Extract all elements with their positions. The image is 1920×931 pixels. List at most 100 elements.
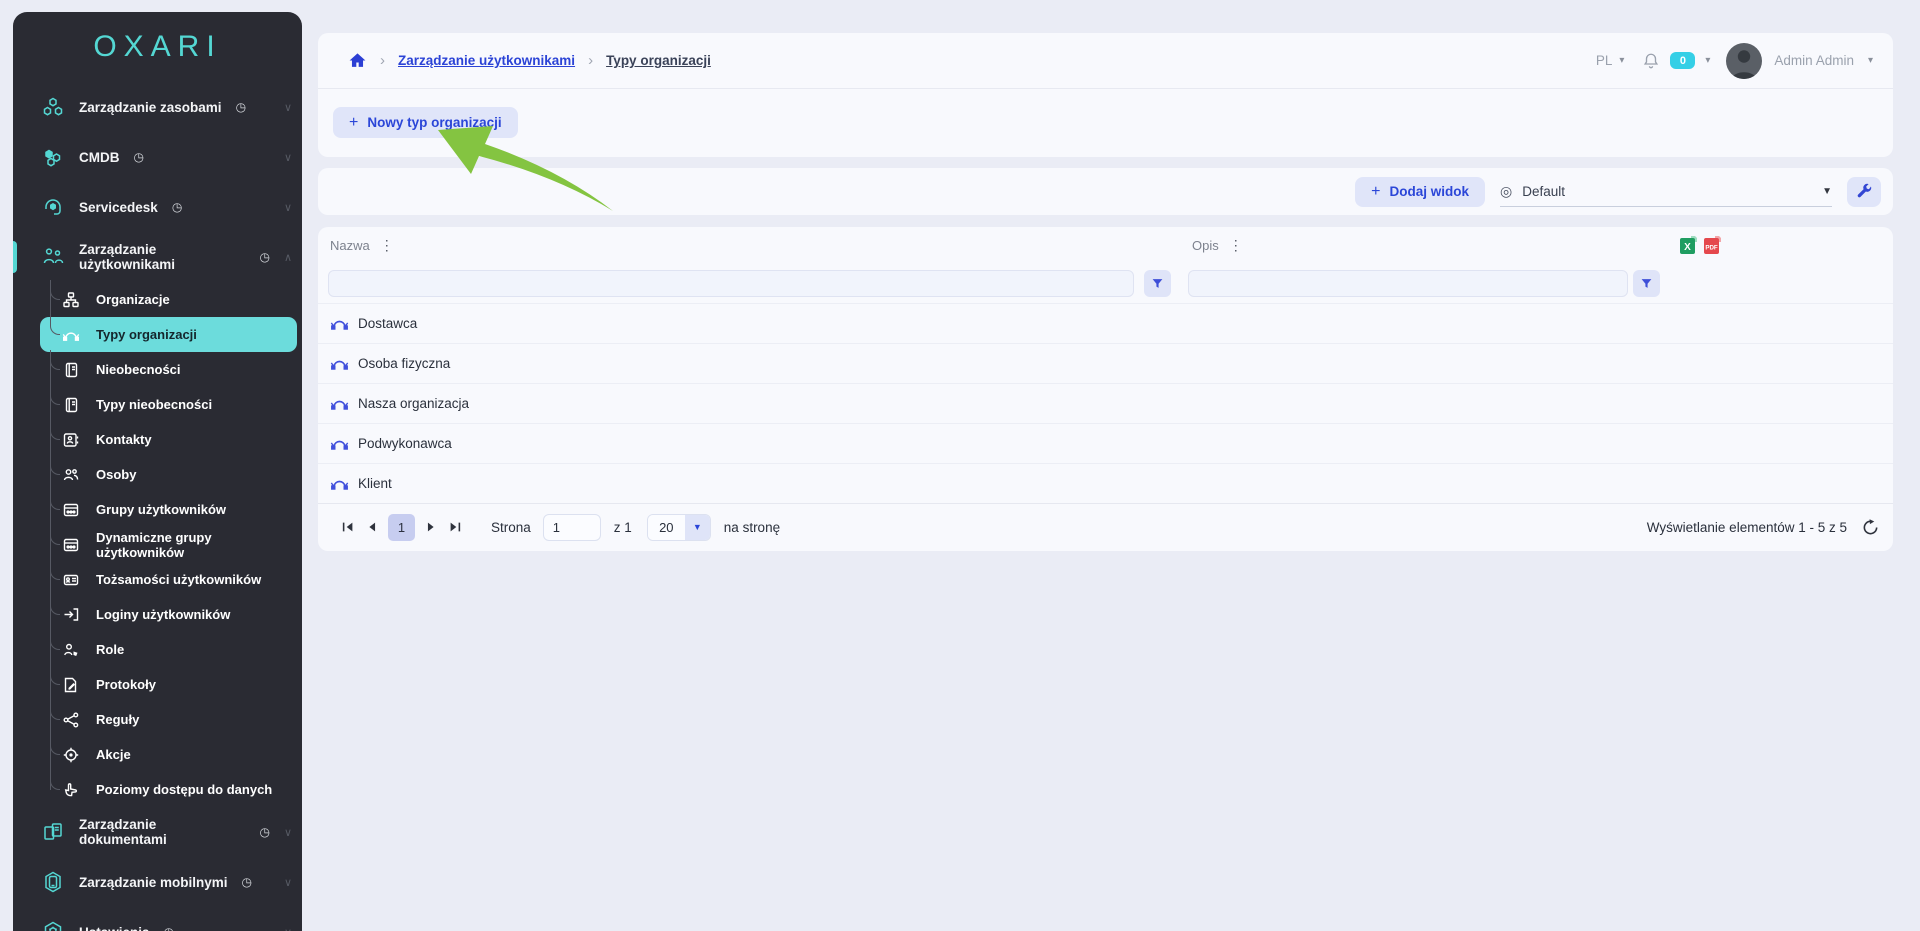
sidebar-item-osoby[interactable]: Osoby (13, 457, 302, 492)
breadcrumb-link-zarzadzanie-uzytkownikami[interactable]: Zarządzanie użytkownikami (398, 53, 575, 68)
sidebar-item-nieobecnosci[interactable]: Nieobecności (13, 352, 302, 387)
bezier-icon (62, 328, 80, 342)
chevron-down-icon[interactable]: ▾ (1868, 55, 1873, 66)
user-group-icon (62, 538, 80, 552)
bezier-icon (330, 436, 349, 451)
sidebar-item-label: Ustawienia (79, 925, 150, 931)
sidebar-item-typy-nieobecnosci[interactable]: Typy nieobecności (13, 387, 302, 422)
column-menu-icon[interactable]: ⋮ (1229, 237, 1243, 254)
sidebar-item-zarzadzanie-mobilnymi[interactable]: Zarządzanie mobilnymi ◷ ∨ (13, 857, 302, 907)
export-excel-icon[interactable]: X (1680, 236, 1697, 254)
table-header-row: Nazwa ⋮ Opis ⋮ X PDF (318, 227, 1893, 263)
gauge-badge-icon: ◷ (172, 200, 182, 214)
table-row[interactable]: Osoba fizyczna (318, 343, 1893, 383)
sidebar-item-servicedesk[interactable]: Servicedesk ◷ ∨ (13, 182, 302, 232)
app-viewport: OXARI Zarządzanie zasobami ◷ ∨ CMDB ◷ ∨ (0, 0, 1920, 931)
breadcrumb-row: › Zarządzanie użytkownikami › Typy organ… (318, 33, 1893, 88)
sidebar-item-grupy-uzytkownikow[interactable]: Grupy użytkowników (13, 492, 302, 527)
view-settings-button[interactable] (1847, 177, 1881, 207)
bell-icon[interactable] (1642, 52, 1660, 70)
filter-button-nazwa[interactable] (1144, 270, 1171, 297)
sidebar-item-role[interactable]: Role (13, 632, 302, 667)
settings-icon (41, 921, 65, 931)
sidebar-item-label: Typy organizacji (96, 327, 197, 342)
sidebar-item-label: Tożsamości użytkowników (96, 572, 261, 587)
previous-page-button[interactable] (360, 515, 384, 539)
column-header-opis: Opis ⋮ (1186, 237, 1893, 254)
export-pdf-icon[interactable]: PDF (1704, 236, 1721, 254)
sidebar-item-zarzadzanie-dokumentami[interactable]: Zarządzanie dokumentami ◷ ∨ (13, 807, 302, 857)
avatar[interactable] (1726, 43, 1762, 79)
per-page-select[interactable]: 20 ▼ (647, 514, 711, 541)
row-name: Nasza organizacja (358, 396, 469, 411)
svg-text:X: X (1684, 242, 1691, 253)
people-icon (62, 467, 80, 483)
sidebar-item-label: Typy nieobecności (96, 397, 212, 412)
table-row[interactable]: Klient (318, 463, 1893, 503)
sidebar-item-organizacje[interactable]: Organizacje (13, 282, 302, 317)
sidebar-item-akcje[interactable]: Akcje (13, 737, 302, 772)
next-page-button[interactable] (419, 515, 443, 539)
table-card: Nazwa ⋮ Opis ⋮ X PDF (318, 227, 1893, 551)
view-icon: ◎ (1500, 183, 1512, 200)
breadcrumb-separator: › (380, 52, 385, 69)
row-name: Dostawca (358, 316, 417, 331)
chevron-down-icon: ▾ (1619, 55, 1624, 66)
sidebar-item-label: Akcje (96, 747, 131, 762)
gauge-badge-icon: ◷ (259, 825, 269, 839)
sidebar-item-zarzadzanie-uzytkownikami[interactable]: Zarządzanie użytkownikami ◷ ∧ (13, 232, 302, 282)
sidebar-item-reguly[interactable]: Reguły (13, 702, 302, 737)
sidebar-item-label: Dynamiczne grupy użytkowników (96, 530, 302, 560)
sidebar-item-zarzadzanie-zasobami[interactable]: Zarządzanie zasobami ◷ ∨ (13, 82, 302, 132)
table-row[interactable]: Dostawca (318, 303, 1893, 343)
sidebar-item-poziomy-dostepu[interactable]: Poziomy dostępu do danych (13, 772, 302, 807)
sidebar-item-kontakty[interactable]: Kontakty (13, 422, 302, 457)
table-row[interactable]: Podwykonawca (318, 423, 1893, 463)
sidebar-subnav: Organizacje Typy organizacji Nieobecnośc… (13, 282, 302, 807)
filter-button-opis[interactable] (1633, 270, 1660, 297)
filter-input-opis[interactable] (1188, 270, 1628, 297)
sidebar-item-loginy[interactable]: Loginy użytkowników (13, 597, 302, 632)
contact-card-icon (62, 432, 80, 448)
column-menu-icon[interactable]: ⋮ (380, 237, 394, 254)
rules-icon (62, 712, 80, 728)
sidebar-item-tozsamosci[interactable]: Tożsamości użytkowników (13, 562, 302, 597)
new-organization-type-button[interactable]: + Nowy typ organizacji (333, 107, 518, 138)
first-page-button[interactable] (336, 515, 360, 539)
mobile-icon (41, 871, 65, 893)
svg-text:PDF: PDF (1705, 245, 1718, 252)
sidebar-item-dynamiczne-grupy[interactable]: Dynamiczne grupy użytkowników (13, 527, 302, 562)
notification-badge[interactable]: 0 (1670, 52, 1695, 69)
sidebar-item-label: Zarządzanie użytkownikami (79, 242, 245, 272)
chevron-down-icon[interactable]: ▾ (1705, 55, 1710, 66)
add-view-button[interactable]: + Dodaj widok (1355, 177, 1485, 207)
gauge-badge-icon: ◷ (134, 150, 144, 164)
last-page-button[interactable] (443, 515, 467, 539)
chevron-down-icon: ∨ (284, 151, 292, 164)
plus-icon: + (349, 114, 358, 132)
sidebar-item-cmdb[interactable]: CMDB ◷ ∨ (13, 132, 302, 182)
current-page-button[interactable]: 1 (388, 514, 415, 541)
chevron-up-icon: ∧ (284, 251, 292, 264)
sidebar-item-ustawienia[interactable]: Ustawienia ◷ ∨ (13, 907, 302, 931)
chevron-down-icon: ▼ (1822, 186, 1832, 197)
export-buttons: X PDF (1680, 236, 1721, 254)
row-name: Podwykonawca (358, 436, 452, 451)
page-number-input[interactable] (543, 514, 601, 541)
view-selector[interactable]: ◎ Default ▼ (1500, 177, 1832, 207)
column-label: Opis (1192, 238, 1219, 253)
table-row[interactable]: Nasza organizacja (318, 383, 1893, 423)
sidebar-item-label: Kontakty (96, 432, 152, 447)
row-name: Osoba fizyczna (358, 356, 450, 371)
refresh-icon[interactable] (1862, 519, 1879, 536)
header-card: › Zarządzanie użytkownikami › Typy organ… (318, 33, 1893, 157)
breadcrumb-current-typy-organizacji[interactable]: Typy organizacji (606, 53, 711, 68)
column-label: Nazwa (330, 238, 370, 253)
filter-input-nazwa[interactable] (328, 270, 1134, 297)
sidebar-item-protokoly[interactable]: Protokoły (13, 667, 302, 702)
language-selector[interactable]: PL ▾ (1596, 53, 1625, 68)
page-total-label: z 1 (614, 520, 632, 535)
home-icon[interactable] (348, 51, 367, 70)
bezier-icon (330, 476, 349, 491)
sidebar-item-typy-organizacji[interactable]: Typy organizacji (40, 317, 297, 352)
